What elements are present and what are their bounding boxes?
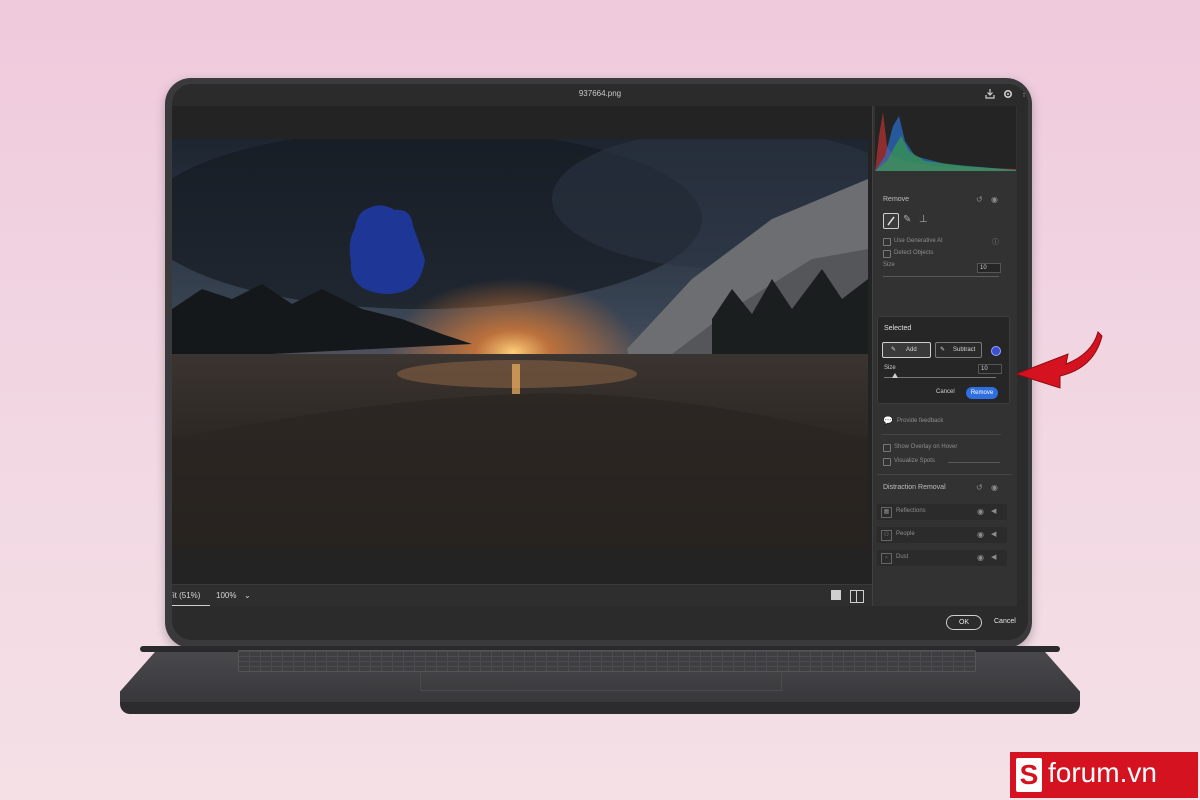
distraction-item-label: Dust xyxy=(896,554,909,560)
zoom-dropdown-caret[interactable]: ⌄ xyxy=(244,591,251,600)
brush-icon xyxy=(887,216,895,226)
expand-icon[interactable]: ◀ xyxy=(991,553,996,561)
remove-size-slider[interactable] xyxy=(883,276,999,277)
laptop-base-edge xyxy=(120,702,1080,714)
distraction-item-dust[interactable]: ▫ Dust ◉ ◀ xyxy=(877,550,1007,566)
selected-size-input[interactable]: 10 xyxy=(978,364,1002,374)
dust-icon: ▫ xyxy=(881,553,892,564)
edit-panel: Remove ↺ ◉ ✎ ⊥ Use Generative AI ⓘ Detec… xyxy=(872,106,1018,606)
eraser-icon[interactable]: ✎ xyxy=(903,214,911,225)
trackpad xyxy=(420,672,782,691)
remove-size-label: Size xyxy=(883,262,895,268)
window-title: 937664.png xyxy=(578,89,622,98)
more-icon[interactable]: ⋮ xyxy=(1018,88,1028,100)
provide-feedback-link[interactable]: Provide feedback xyxy=(897,418,943,424)
split-view-icon[interactable] xyxy=(850,590,864,603)
detect-objects-checkbox[interactable] xyxy=(883,250,891,258)
remove-button[interactable]: Remove xyxy=(966,387,998,399)
red-arrow-icon xyxy=(1014,331,1103,389)
selected-size-slider[interactable] xyxy=(884,377,996,378)
ok-button[interactable]: OK xyxy=(946,615,982,630)
remove-brush-tool[interactable] xyxy=(883,213,899,229)
detect-objects-label: Detect Objects xyxy=(894,250,934,256)
show-overlay-checkbox[interactable] xyxy=(883,444,891,452)
distraction-item-reflections[interactable]: ▦ Reflections ◉ ◀ xyxy=(877,504,1007,520)
brush-selection-mask xyxy=(349,205,425,294)
eye-icon[interactable]: ◉ xyxy=(977,507,984,516)
add-brush-icon: ✎ xyxy=(891,347,897,353)
cancel-button[interactable]: Cancel xyxy=(994,618,1016,625)
download-icon[interactable] xyxy=(984,88,996,100)
feedback-icon[interactable]: 💬 xyxy=(883,416,893,425)
dialog-footer: OK Cancel xyxy=(172,606,1028,640)
use-generative-ai-checkbox[interactable] xyxy=(883,238,891,246)
visibility-eye-icon[interactable]: ◉ xyxy=(991,195,998,204)
landscape-photo xyxy=(172,139,868,549)
single-view-icon[interactable] xyxy=(831,590,841,600)
distraction-removal-title: Distraction Removal xyxy=(883,484,946,491)
reflections-icon: ▦ xyxy=(881,507,892,518)
distraction-item-people[interactable]: ⚇ People ◉ ◀ xyxy=(877,527,1007,543)
divider xyxy=(877,474,1012,475)
selected-size-slider-handle[interactable] xyxy=(892,373,898,378)
visualize-spots-checkbox[interactable] xyxy=(883,458,891,466)
selected-size-label: Size xyxy=(884,365,896,371)
info-icon[interactable]: ⓘ xyxy=(992,237,999,247)
selected-popover: Selected ✎ Add ✎ Subtract Size 10 Cancel… xyxy=(877,316,1010,404)
expand-icon[interactable]: ◀ xyxy=(991,530,996,538)
title-bar: 937664.png ⋮ xyxy=(172,84,1028,106)
zoom-fit-tab[interactable]: Fit (51%) xyxy=(172,591,200,600)
distraction-item-label: Reflections xyxy=(896,508,926,514)
remove-section-title: Remove xyxy=(883,196,910,203)
add-mode-button[interactable]: ✎ Add xyxy=(882,342,931,358)
brand-text: forum.vn xyxy=(1048,757,1157,788)
stamp-icon[interactable]: ⊥ xyxy=(919,214,928,225)
visualize-spots-slider[interactable] xyxy=(948,462,1000,463)
eye-icon[interactable]: ◉ xyxy=(977,553,984,562)
histogram xyxy=(875,106,1016,171)
keyboard xyxy=(238,650,976,672)
expand-icon[interactable]: ◀ xyxy=(991,507,996,515)
use-generative-ai-label: Use Generative AI xyxy=(894,238,943,244)
add-label: Add xyxy=(906,347,917,353)
distraction-item-label: People xyxy=(896,531,915,537)
brand-logo: S forum.vn xyxy=(1010,752,1198,798)
reset-icon[interactable]: ↺ xyxy=(976,195,983,204)
remove-size-input[interactable]: 10 xyxy=(977,263,1001,273)
eye-icon[interactable]: ◉ xyxy=(977,530,984,539)
gear-icon[interactable] xyxy=(1002,88,1014,100)
show-overlay-label: Show Overlay on Hover xyxy=(894,444,958,450)
visualize-spots-label: Visualize Spots xyxy=(894,458,935,464)
people-icon: ⚇ xyxy=(881,530,892,541)
image-canvas[interactable] xyxy=(172,106,872,586)
canvas-status-bar: Fit (51%) 100% ⌄ xyxy=(172,584,872,607)
app-window: 937664.png ⋮ it (51%) 100% ⌄ Remove ↺ ◉ … xyxy=(172,84,1028,640)
subtract-brush-icon: ✎ xyxy=(940,347,946,353)
selected-cancel-button[interactable]: Cancel xyxy=(936,389,955,395)
subtract-label: Subtract xyxy=(953,347,976,353)
brush-color-swatch[interactable] xyxy=(991,346,1001,356)
selected-title: Selected xyxy=(884,325,912,332)
divider xyxy=(881,434,1001,435)
brand-s-glyph: S xyxy=(1016,758,1042,792)
reset-icon[interactable]: ↺ xyxy=(976,483,983,492)
subtract-mode-button[interactable]: ✎ Subtract xyxy=(935,342,982,358)
zoom-100-tab[interactable]: 100% xyxy=(216,591,236,600)
visibility-eye-icon[interactable]: ◉ xyxy=(991,483,998,492)
